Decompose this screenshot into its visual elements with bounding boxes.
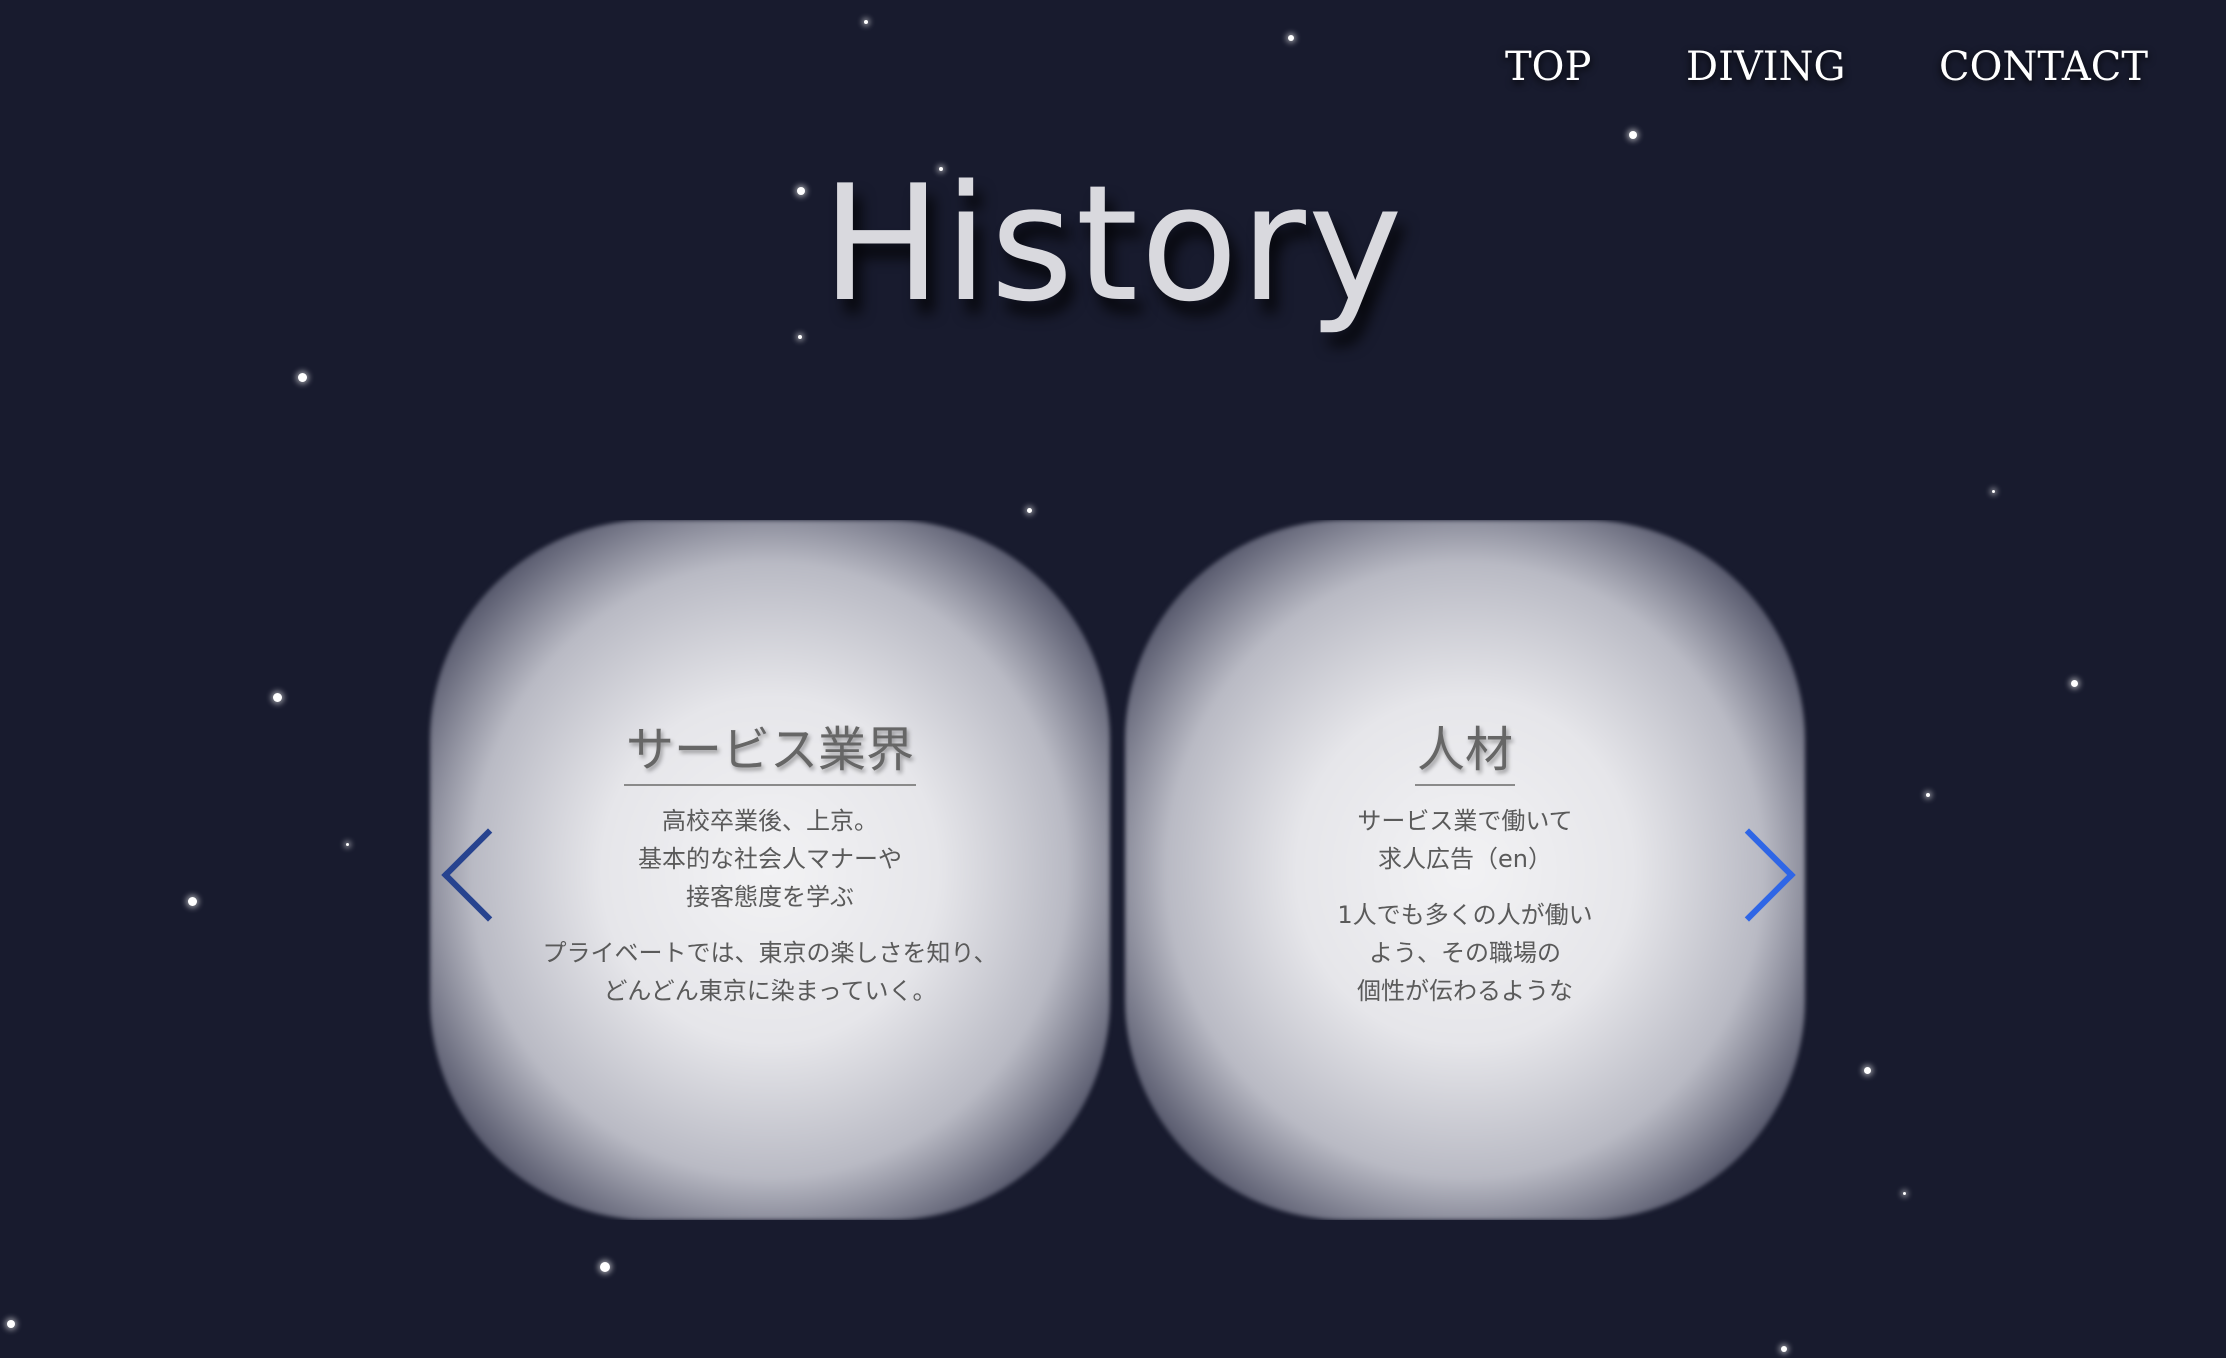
star [1926, 793, 1930, 797]
nav-link-contact[interactable]: CONTACT [1939, 44, 2148, 90]
nav-link-diving[interactable]: DIVING [1686, 44, 1846, 90]
star [1288, 35, 1294, 41]
card-description: 高校卒業後、上京。 基本的な社会人マナーや 接客態度を学ぶ [638, 807, 902, 911]
star [864, 20, 868, 24]
nav-link-top[interactable]: TOP [1505, 44, 1591, 90]
star [1027, 508, 1032, 513]
history-card: サービス業界 高校卒業後、上京。 基本的な社会人マナーや 接客態度を学ぶ プライ… [430, 520, 1110, 1220]
page-title: History [821, 150, 1405, 337]
star [1629, 131, 1637, 139]
star [298, 373, 307, 382]
star [2071, 680, 2078, 687]
card-title: サービス業界 [623, 710, 916, 786]
star [1781, 1346, 1787, 1352]
card-title: 人材 [1414, 710, 1515, 786]
star [1864, 1067, 1871, 1074]
star [1992, 490, 1995, 493]
star [1903, 1192, 1906, 1195]
card-description-private: プライベートでは、東京の楽しさを知り、 どんどん東京に染まっていく。 [542, 939, 998, 1005]
history-card: 人材 サービス業で働いて 求人広告（en） 1人でも多くの人が働い よう、その職… [1125, 520, 1805, 1220]
star [600, 1262, 610, 1272]
star [7, 1320, 15, 1328]
card-description: サービス業で働いて 求人広告（en） [1357, 807, 1573, 873]
card-description-detail: 1人でも多くの人が働い よう、その職場の 個性が伝わるような [1337, 901, 1593, 1005]
top-navigation: TOP DIVING CONTACT [0, 44, 2226, 104]
history-slider: サービス業界 高校卒業後、上京。 基本的な社会人マナーや 接客態度を学ぶ プライ… [0, 520, 1810, 1220]
